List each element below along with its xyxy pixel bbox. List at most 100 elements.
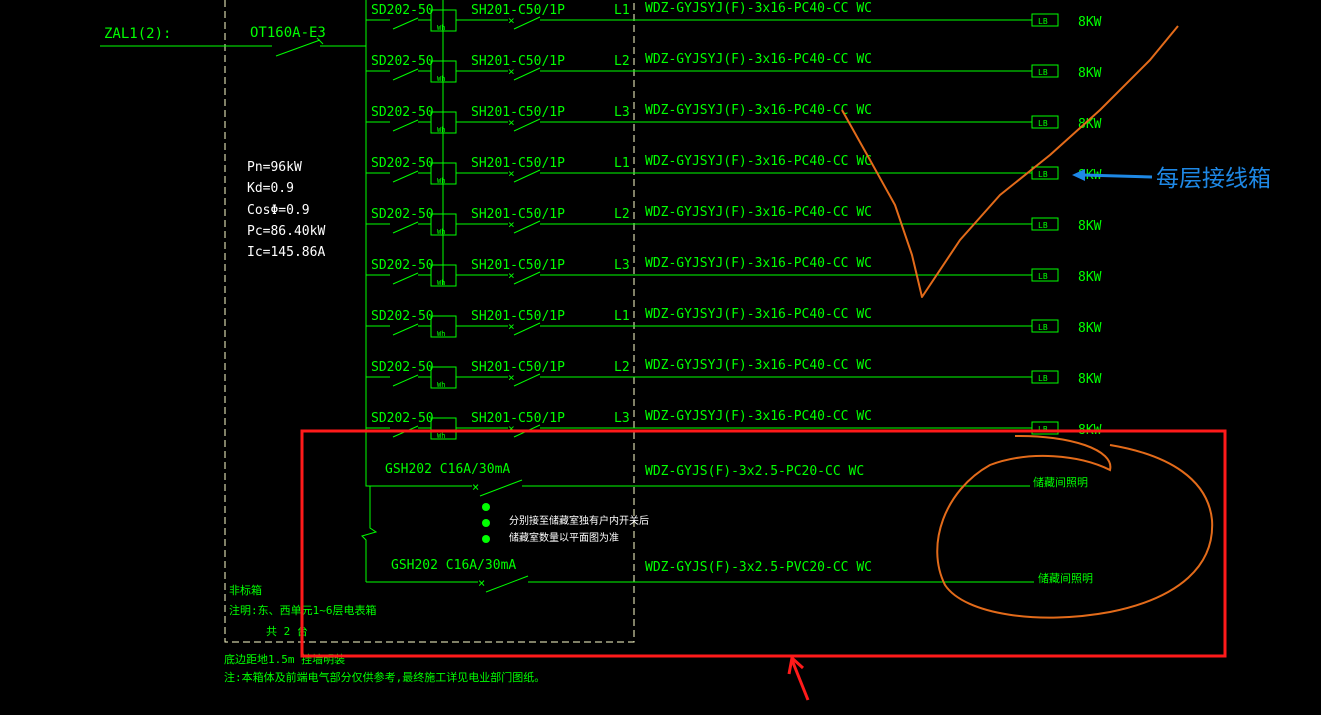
param-ic: Ic=145.86A [247, 245, 325, 260]
drawing-canvas: ZAL1(2): OT160A-E3 Pn=96kW Kd=0.9 CosΦ=0… [0, 0, 1321, 710]
annotation-label: 每层接线箱 [1156, 166, 1271, 192]
lb-label: LB [1038, 323, 1048, 332]
power-label: 8KW [1078, 372, 1102, 387]
circuit-rows: SD202-50WhSH201-C50/1P×L1 WDZ-GYJSYJ(F)-3… [366, 0, 1102, 440]
meter-label: Wh [437, 24, 445, 32]
spd-contact [392, 374, 419, 387]
breaker-x: × [508, 269, 515, 282]
spd-contact [392, 221, 419, 234]
orange-check-mark [841, 25, 1179, 298]
bullet-1 [482, 503, 490, 511]
param-pn: Pn=96kW [247, 160, 302, 175]
power-label: 8KW [1078, 321, 1102, 336]
storage-cable-2: WDZ-GYJS(F)-3x2.5-PVC20-CC WC [645, 560, 872, 575]
load-parameters: Pn=96kW Kd=0.9 CosΦ=0.9 Pc=86.40kW Ic=14… [247, 160, 325, 260]
spd-label: SD202-50 [371, 54, 434, 69]
storage-load-1: 储藏间照明 [1033, 475, 1088, 489]
breaker-contact [513, 271, 541, 285]
meter-label: Wh [437, 177, 445, 185]
distribution-board-diagram: ZAL1(2): OT160A-E3 Pn=96kW Kd=0.9 CosΦ=0… [100, 0, 1271, 701]
breaker-contact [513, 322, 541, 336]
param-cos: CosΦ=0.9 [247, 203, 310, 218]
power-label: 8KW [1078, 66, 1102, 81]
power-label: 8KW [1078, 219, 1102, 234]
circuit-row: SD202-50Wh SH201-C50/1P× L1 WDZ-GYJSYJ(F)-3… [366, 154, 1102, 185]
storage-circuits: GSH202 C16A/30mA × WDZ-GYJS(F)-3x2.5-PC2… [361, 445, 1093, 593]
lb-label: LB [1038, 272, 1048, 281]
spd-contact [392, 323, 419, 336]
meter-label: Wh [437, 279, 445, 287]
spd-label: SD202-50 [371, 309, 434, 324]
box-notes: 非标箱 注明:东、西单元1~6层电表箱 共 2 台 底边距地1.5m 挂墙明装 … [224, 583, 545, 684]
meter-label: Wh [437, 126, 445, 134]
lb-label: LB [1038, 374, 1048, 383]
bullet-3 [482, 535, 490, 543]
breaker-label: SH201-C50/1P [471, 105, 565, 120]
phase-label: L3 [614, 258, 630, 273]
circuit-row: SD202-50Wh SH201-C50/1P× L2 WDZ-GYJSYJ(F)-3… [366, 52, 1102, 83]
breaker-x: × [508, 218, 515, 231]
cable-label: WDZ-GYJSYJ(F)-3x16-PC40-CC WC [645, 256, 872, 271]
storage-switch-1-x: × [472, 480, 479, 494]
meter-label: Wh [437, 432, 445, 440]
phase-label: L2 [614, 54, 630, 69]
breaker-label: SH201-C50/1P [471, 156, 565, 171]
lb-label: LB [1038, 170, 1048, 179]
spd-contact [392, 119, 419, 132]
circuit-row: SD202-50Wh SH201-C50/1P× L2 WDZ-GYJSYJ(F)-3… [366, 358, 1102, 389]
spd-label: SD202-50 [371, 105, 434, 120]
bullet-2 [482, 519, 490, 527]
storage-switch-2-x: × [478, 576, 485, 590]
breaker-x: × [508, 422, 515, 435]
circuit-row: SD202-50Wh SH201-C50/1P× L2 WDZ-GYJSYJ(F)-3… [366, 205, 1102, 236]
breaker-x: × [508, 116, 515, 129]
box-mount: 底边距地1.5m 挂墙明装 [224, 652, 345, 666]
cable-label: WDZ-GYJSYJ(F)-3x16-PC40-CC WC [645, 358, 872, 373]
power-label: 8KW [1078, 270, 1102, 285]
spd-contact [392, 272, 419, 285]
breaker-label: SH201-C50/1P [471, 309, 565, 324]
storage-cable-1: WDZ-GYJS(F)-3x2.5-PC20-CC WC [645, 464, 864, 479]
breaker-contact [513, 169, 541, 183]
box-footer: 注:本箱体及前端电气部分仅供参考,最终施工详见电业部门图纸。 [224, 670, 545, 684]
param-kd: Kd=0.9 [247, 181, 294, 196]
cable-label: WDZ-GYJSYJ(F)-3x16-PC40-CC WC [645, 154, 872, 169]
storage-feed-line [361, 445, 378, 582]
breaker-contact [513, 373, 541, 387]
storage-load-2: 储藏间照明 [1038, 571, 1093, 585]
lb-label: LB [1038, 17, 1048, 26]
spd-label: SD202-50 [371, 411, 434, 426]
breaker-label: SH201-C50/1P [471, 360, 565, 375]
cable-label: WDZ-GYJSYJ(F)-3x16-PC40-CC WC [645, 1, 872, 16]
spd-label: SD202-50 [371, 207, 434, 222]
lb-label: LB [1038, 221, 1048, 230]
circuit-row: SD202-50Wh SH201-C50/1P× L1 WDZ-GYJSYJ(F)-3… [366, 1, 1102, 32]
storage-breaker-2: GSH202 C16A/30mA [391, 558, 516, 573]
circuit-row: SD202-50Wh SH201-C50/1P× L3 WDZ-GYJSYJ(F)-3… [366, 409, 1102, 440]
cable-label: WDZ-GYJSYJ(F)-3x16-PC40-CC WC [645, 205, 872, 220]
breaker-x: × [508, 14, 515, 27]
breaker-x: × [508, 167, 515, 180]
blue-arrow-shaft [1082, 173, 1153, 179]
param-pc: Pc=86.40kW [247, 224, 325, 239]
breaker-x: × [508, 65, 515, 78]
storage-breaker-1: GSH202 C16A/30mA [385, 462, 510, 477]
phase-label: L1 [614, 3, 630, 18]
cable-label: WDZ-GYJSYJ(F)-3x16-PC40-CC WC [645, 103, 872, 118]
breaker-contact [513, 118, 541, 132]
main-switch-contact [275, 39, 321, 57]
meter-label: Wh [437, 228, 445, 236]
storage-note-2: 储藏室数量以平面图为准 [509, 531, 619, 544]
spd-label: SD202-50 [371, 3, 434, 18]
lb-label: LB [1038, 68, 1048, 77]
storage-switch-1 [479, 479, 523, 497]
power-label: 8KW [1078, 15, 1102, 30]
spd-label: SD202-50 [371, 258, 434, 273]
storage-switch-2 [485, 575, 529, 593]
breaker-contact [513, 16, 541, 30]
breaker-x: × [508, 320, 515, 333]
spd-contact [392, 68, 419, 81]
spd-contact [392, 170, 419, 183]
orange-loop [936, 434, 1214, 619]
breaker-label: SH201-C50/1P [471, 54, 565, 69]
